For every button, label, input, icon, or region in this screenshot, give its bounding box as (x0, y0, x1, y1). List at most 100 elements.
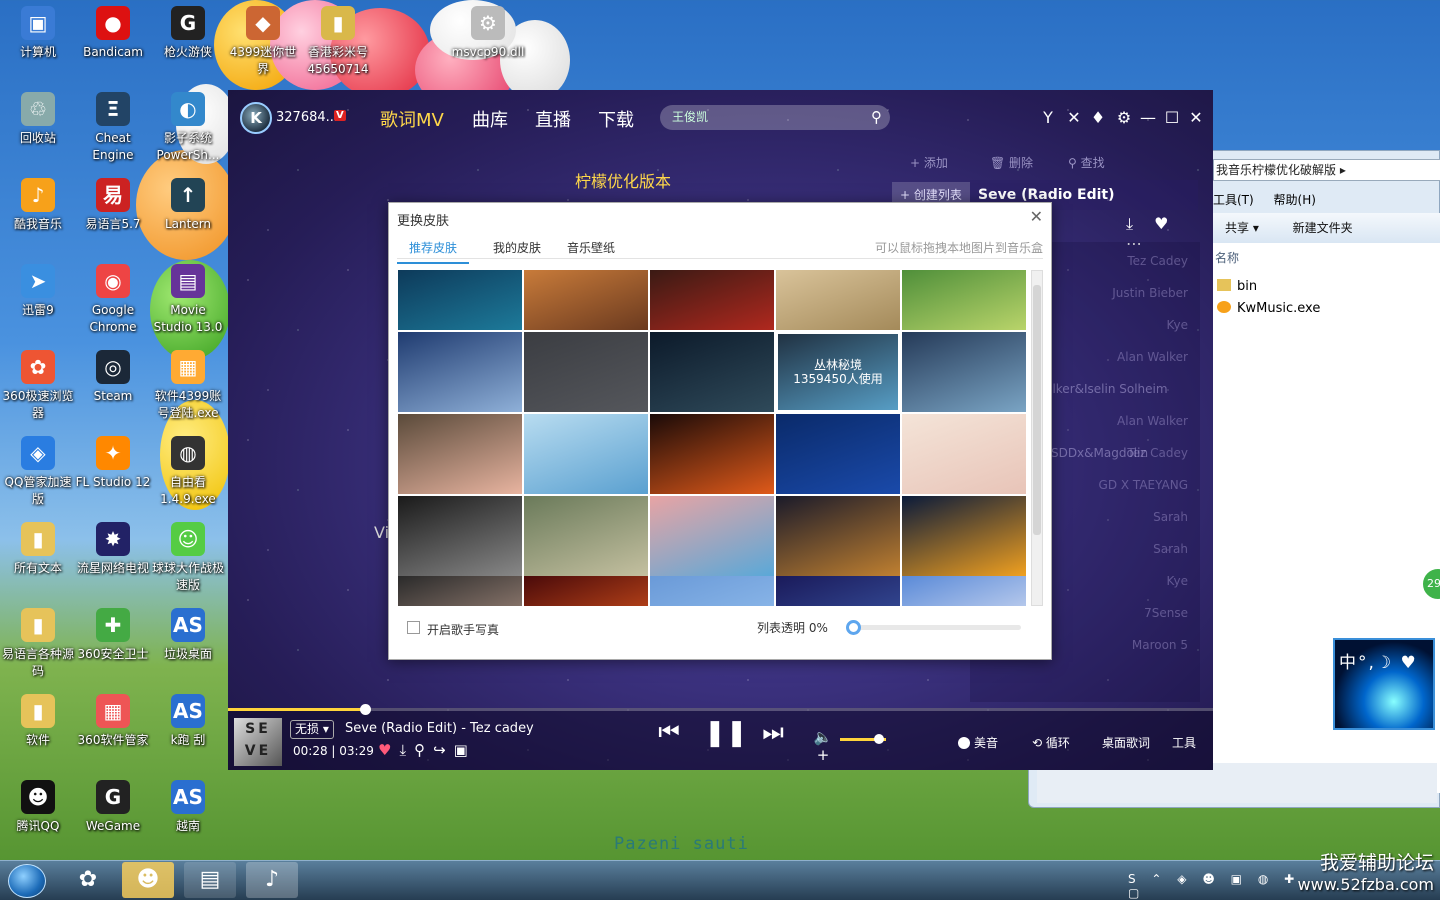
desktop-icon[interactable]: ▮ 软件 (0, 694, 76, 749)
desktop-icon[interactable]: ▦ 软件4399账号登陆.exe (150, 350, 226, 422)
skin-thumbnail[interactable] (650, 576, 774, 606)
desktop-icon[interactable]: 易易语言5.7 (75, 178, 151, 233)
skin-thumbnail[interactable] (524, 496, 648, 576)
playlist-artist[interactable]: Tez Cadey (1127, 254, 1188, 268)
skin-thumbnail[interactable] (650, 496, 774, 576)
delete-song-button[interactable]: 🗑 删除 (990, 154, 1033, 171)
close-button[interactable]: ✕ (1186, 108, 1206, 127)
desktop-icon[interactable]: ♪ 酷我音乐 (0, 178, 76, 233)
skin-thumbnail[interactable] (776, 414, 900, 494)
taskbar-explorer-icon[interactable]: ▤ (184, 862, 236, 898)
address-bar[interactable]: 我音乐柠檬优化破解版 ▸ (1213, 159, 1440, 181)
desktop-icon[interactable]: ✸ 流星网络电视 (75, 522, 151, 577)
skin-thumbnail[interactable] (398, 332, 522, 412)
avatar[interactable]: K (240, 102, 272, 134)
skin-thumbnail[interactable]: 丛林秘境 1359450人使用 (776, 332, 900, 412)
desktop-icon[interactable]: ▮ 香港彩米号45650714 (300, 6, 376, 78)
tab-recommended-skins[interactable]: 推荐皮肤 (397, 239, 470, 264)
playlist-artist[interactable]: Kye (1167, 318, 1188, 332)
playlist-artist[interactable]: Alan Walker (1117, 350, 1188, 364)
tab-music-wallpaper[interactable]: 音乐壁纸 (567, 239, 615, 256)
playlist-artist[interactable]: Sarah (1153, 542, 1188, 556)
skin-thumbnail[interactable] (398, 496, 522, 576)
find-song-button[interactable]: ⚲ 查找 (1068, 154, 1105, 171)
desktop-icon[interactable]: G 枪火游侠 (150, 6, 226, 61)
start-button[interactable] (8, 864, 46, 898)
skin-thumbnail[interactable] (902, 576, 1026, 606)
desktop-icon[interactable]: ✦ FL Studio 12 (75, 436, 151, 491)
skin-thumbnail[interactable] (902, 332, 1026, 412)
song-title[interactable]: Seve (Radio Edit) - Tez cadey (345, 721, 534, 736)
skin-thumbnail[interactable] (902, 270, 1026, 330)
system-tray[interactable]: S ⌃ ◈ ☻ ▣ ◍ ✚ ▢ (1128, 872, 1324, 900)
maximize-button[interactable]: ☐ (1162, 108, 1182, 127)
desktop-icon[interactable]: G WeGame (75, 780, 151, 835)
skin-thumbnail[interactable] (524, 332, 648, 412)
skin-thumbnail[interactable] (524, 414, 648, 494)
desktop-icon[interactable]: ➤ 迅雷9 (0, 264, 76, 319)
user-id[interactable]: 327684... (276, 110, 338, 125)
pause-button[interactable]: ❚❚ (704, 718, 748, 748)
desktop-icon[interactable]: ✿ 360极速浏览器 (0, 350, 76, 422)
skin-thumbnail[interactable] (398, 270, 522, 330)
desktop-icon[interactable]: ◐ 影子系统PowerSh... (150, 92, 226, 164)
desktop-icon[interactable]: ↑ Lantern (150, 178, 226, 233)
playlist-artist[interactable]: 7Sense (1144, 606, 1188, 620)
desktop-lyrics-button[interactable]: 桌面歌词 (1102, 734, 1150, 751)
slider-knob[interactable] (846, 620, 861, 635)
menu-tools[interactable]: 工具(T) (1213, 193, 1254, 207)
next-button[interactable]: ⏭ (760, 718, 786, 746)
desktop-icon[interactable]: AS 垃圾桌面 (150, 608, 226, 663)
skin-thumbnail[interactable] (650, 270, 774, 330)
skin-thumbnail[interactable] (524, 576, 648, 606)
skin-thumbnail[interactable] (650, 414, 774, 494)
favorite-icon[interactable]: ♥ (378, 741, 399, 759)
desktop-icon[interactable]: ◈ QQ管家加速版 (0, 436, 76, 508)
search-icon[interactable]: ⚲ (871, 105, 882, 130)
skin-thumbnail[interactable] (902, 414, 1026, 494)
skin-shirt-icon[interactable]: ♦ (1088, 108, 1108, 127)
desktop-icon[interactable]: ◉ Google Chrome (75, 264, 151, 336)
new-folder-button[interactable]: 新建文件夹 (1293, 221, 1353, 235)
menu-help[interactable]: 帮助(H) (1274, 193, 1316, 207)
skin-thumbnail[interactable] (398, 576, 522, 606)
tab-live[interactable]: 直播 (535, 106, 571, 132)
close-icon[interactable]: ✕ (1030, 207, 1043, 226)
taskbar-qq-icon[interactable]: ☻ (122, 862, 174, 898)
volume-knob[interactable] (874, 734, 885, 744)
tab-download[interactable]: 下载 (598, 106, 634, 132)
skin-thumbnail[interactable] (776, 270, 900, 330)
scrollbar-thumb[interactable] (1033, 285, 1041, 535)
share-icon[interactable]: ↪ (433, 741, 454, 759)
desktop-icon[interactable]: ▮ 所有文本 (0, 522, 76, 577)
playlist-artist[interactable]: Kye (1167, 574, 1188, 588)
desktop-icon[interactable]: ◆ 4399迷你世界 (225, 6, 301, 78)
desktop-icon[interactable]: ● Bandicam (75, 6, 151, 61)
desktop-icon[interactable]: ◍ 自由看1.4.9.exe (150, 436, 226, 508)
scrollbar[interactable] (1031, 270, 1043, 606)
album-cover[interactable]: SE VE (234, 718, 282, 766)
loop-mode-button[interactable]: ⟲ 循环 (1032, 734, 1070, 751)
mv-icon[interactable]: ▣ (454, 741, 476, 759)
search-input[interactable]: 王俊凯 ⚲ (660, 105, 890, 130)
desktop-icon[interactable]: Ξ Cheat Engine (75, 92, 151, 164)
skin-thumbnail[interactable] (776, 496, 900, 576)
desktop-icon[interactable]: ☻ 腾讯QQ (0, 780, 76, 835)
desktop-icon[interactable]: AS k跑 刮 (150, 694, 226, 749)
skin-thumbnail[interactable] (650, 332, 774, 412)
desktop-icon[interactable]: AS 越南 (150, 780, 226, 835)
share-button[interactable]: 共享 ▾ (1225, 221, 1259, 235)
desktop-icon[interactable]: ▤ Movie Studio 13.0 (150, 264, 226, 336)
floating-ime-widget[interactable]: 中°,☽ ♥ (1333, 638, 1435, 730)
playlist-artist[interactable]: GD X TAEYANG (1099, 478, 1188, 492)
file-item-bin[interactable]: bin (1217, 279, 1257, 294)
desktop-icon[interactable]: ⚙ msvcp90.dll (450, 6, 526, 61)
tab-my-skins[interactable]: 我的皮肤 (493, 239, 541, 256)
skin-thumbnail[interactable] (398, 414, 522, 494)
tab-lyrics-mv[interactable]: 歌词MV (380, 106, 444, 132)
taskbar-browser-icon[interactable]: ✿ (62, 862, 114, 898)
previous-button[interactable]: ⏮ (656, 718, 682, 746)
desktop-icon[interactable]: ◎ Steam (75, 350, 151, 405)
transparency-slider[interactable] (846, 620, 1021, 635)
minimize-button[interactable]: — (1138, 108, 1158, 127)
